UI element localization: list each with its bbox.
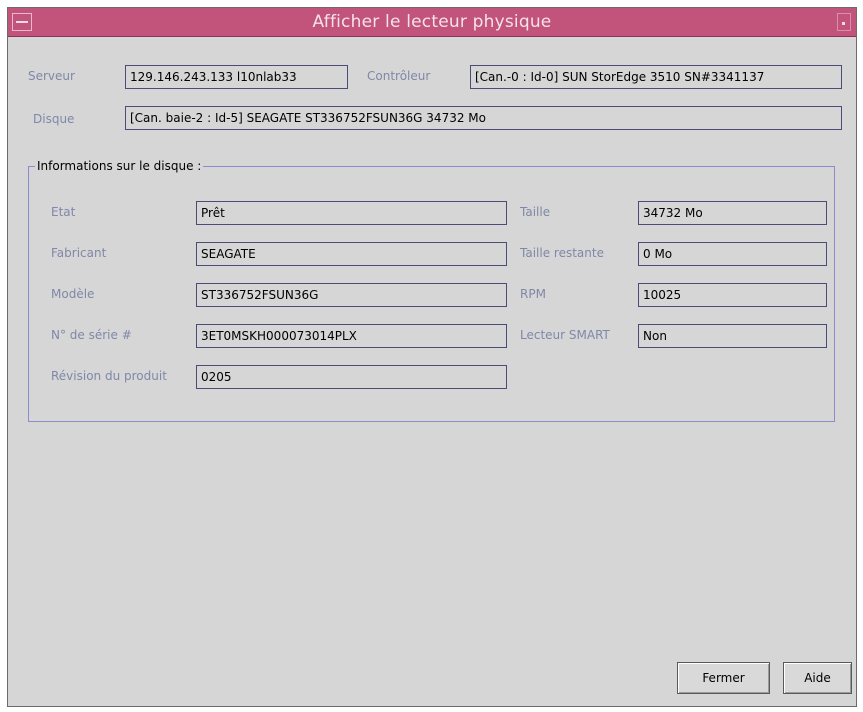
serie-field[interactable]: 3ET0MSKH000073014PLX bbox=[196, 324, 507, 348]
serie-label: N° de série # bbox=[51, 328, 132, 342]
smart-label: Lecteur SMART bbox=[520, 328, 610, 342]
taille-restante-field[interactable]: 0 Mo bbox=[638, 242, 827, 266]
aide-button[interactable]: Aide bbox=[783, 662, 852, 694]
modele-field[interactable]: ST336752FSUN36G bbox=[196, 283, 507, 307]
etat-label: Etat bbox=[51, 205, 76, 219]
controleur-field[interactable]: [Can.-0 : Id-0] SUN StorEdge 3510 SN#334… bbox=[470, 65, 842, 89]
fermer-button[interactable]: Fermer bbox=[677, 662, 770, 694]
title-bar[interactable]: Afficher le lecteur physique bbox=[8, 8, 856, 37]
revision-label: Révision du produit bbox=[51, 369, 167, 383]
taille-field[interactable]: 34732 Mo bbox=[638, 201, 827, 225]
smart-field[interactable]: Non bbox=[638, 324, 827, 348]
taille-label: Taille bbox=[520, 205, 551, 219]
controleur-label: Contrôleur bbox=[367, 69, 431, 83]
rpm-field[interactable]: 10025 bbox=[638, 283, 827, 307]
disk-info-group-title: Informations sur le disque : bbox=[35, 159, 204, 173]
fabricant-label: Fabricant bbox=[51, 246, 107, 260]
revision-field[interactable]: 0205 bbox=[196, 365, 507, 389]
disque-field[interactable]: [Can. baie-2 : Id-5] SEAGATE ST336752FSU… bbox=[125, 106, 842, 130]
disque-label: Disque bbox=[33, 112, 75, 126]
dialog-window: Afficher le lecteur physique Serveur 129… bbox=[7, 7, 857, 707]
serveur-label: Serveur bbox=[28, 69, 75, 83]
modele-label: Modèle bbox=[51, 287, 95, 301]
etat-field[interactable]: Prêt bbox=[196, 201, 507, 225]
maximize-icon[interactable] bbox=[837, 13, 851, 31]
rpm-label: RPM bbox=[520, 287, 546, 301]
window-title: Afficher le lecteur physique bbox=[312, 12, 552, 32]
serveur-field[interactable]: 129.146.243.133 l10nlab33 bbox=[125, 65, 348, 89]
fabricant-field[interactable]: SEAGATE bbox=[196, 242, 507, 266]
taille-restante-label: Taille restante bbox=[520, 246, 604, 260]
